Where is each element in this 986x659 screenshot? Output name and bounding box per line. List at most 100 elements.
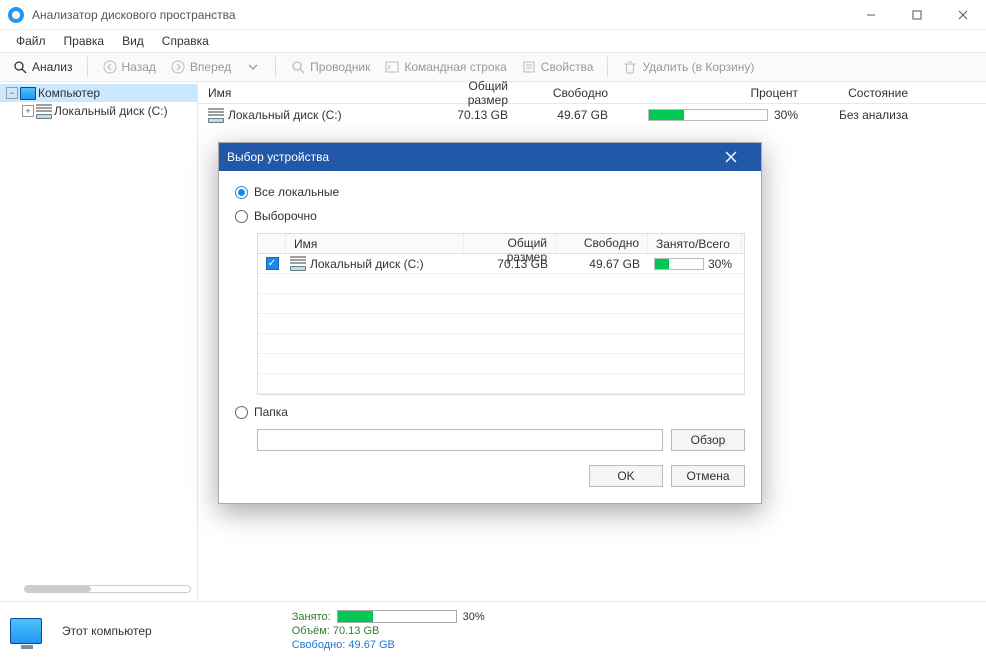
expand-icon[interactable]: + [22, 105, 34, 117]
progress-fill [655, 259, 669, 269]
menubar: Файл Правка Вид Справка [0, 30, 986, 52]
radio-label: Выборочно [254, 209, 317, 223]
table-row-empty [258, 294, 744, 314]
table-row[interactable]: Локальный диск (C:) 70.13 GB 49.67 GB 30… [198, 104, 986, 126]
dialog-titlebar[interactable]: Выбор устройства [219, 143, 761, 171]
cell-name-text: Локальный диск (C:) [228, 108, 342, 122]
properties-icon [521, 59, 537, 75]
tree-item-computer[interactable]: − Компьютер [0, 84, 197, 102]
dialog-close-button[interactable] [725, 151, 753, 163]
cell-name: Локальный диск (C:) [286, 256, 464, 271]
cancel-button[interactable]: Отмена [671, 465, 745, 487]
dialog-buttons: OK Отмена [235, 465, 745, 487]
col-header-ratio[interactable]: Занято/Всего [648, 234, 742, 253]
menu-file[interactable]: Файл [8, 32, 54, 50]
search-icon [290, 59, 306, 75]
toolbar: Анализ Назад Вперед Проводник Командная … [0, 52, 986, 82]
col-header-name[interactable]: Имя [198, 86, 418, 100]
horizontal-scrollbar[interactable] [24, 585, 191, 593]
delete-button[interactable]: Удалить (в Корзину) [616, 56, 760, 78]
explorer-label: Проводник [310, 60, 370, 74]
titlebar: Анализатор дискового пространства [0, 0, 986, 30]
folder-row: Обзор [257, 429, 745, 451]
browse-button[interactable]: Обзор [671, 429, 745, 451]
disk-icon [290, 256, 306, 271]
col-header-percent[interactable]: Процент [618, 86, 808, 100]
properties-button[interactable]: Свойства [515, 56, 600, 78]
table-row-empty [258, 374, 744, 394]
radio-icon [235, 210, 248, 223]
analyze-button[interactable]: Анализ [6, 56, 79, 78]
dialog-title: Выбор устройства [227, 150, 725, 164]
col-header-free[interactable]: Свободно [556, 234, 648, 253]
status-progress-fill [338, 611, 373, 622]
collapse-icon[interactable]: − [6, 87, 18, 99]
table-row-empty [258, 334, 744, 354]
col-header-check[interactable] [258, 234, 286, 253]
col-header-name[interactable]: Имя [286, 234, 464, 253]
cmd-label: Командная строка [404, 60, 506, 74]
status-stats: Занято: 30% Объём: 70.13 GB Свободно: 49… [292, 610, 485, 651]
cell-name: Локальный диск (C:) [198, 108, 418, 123]
window-title: Анализатор дискового пространства [32, 8, 848, 22]
minimize-button[interactable] [848, 0, 894, 30]
tree-item-disk[interactable]: + Локальный диск (C:) [0, 102, 197, 120]
cmd-button[interactable]: Командная строка [378, 56, 512, 78]
back-label: Назад [122, 60, 156, 74]
col-header-total[interactable]: Общий размер [464, 234, 556, 253]
dialog-drive-table: Имя Общий размер Свободно Занято/Всего ✓… [257, 233, 745, 395]
used-percent: 30% [463, 611, 485, 623]
table-header: Имя Общий размер Свободно Процент Состоя… [198, 82, 986, 104]
radio-icon [235, 186, 248, 199]
forward-label: Вперед [190, 60, 231, 74]
cell-name-text: Локальный диск (C:) [310, 257, 424, 271]
progress-bar [654, 258, 704, 270]
dialog-body: Все локальные Выборочно Имя Общий размер… [219, 171, 761, 503]
used-label: Занято: [292, 611, 331, 623]
arrow-left-icon [102, 59, 118, 75]
menu-edit[interactable]: Правка [56, 32, 113, 50]
col-header-free[interactable]: Свободно [518, 86, 618, 100]
terminal-icon [384, 59, 400, 75]
checkbox-checked-icon[interactable]: ✓ [266, 257, 279, 270]
maximize-button[interactable] [894, 0, 940, 30]
radio-all-local[interactable]: Все локальные [235, 185, 745, 199]
delete-label: Удалить (в Корзину) [642, 60, 754, 74]
explorer-button[interactable]: Проводник [284, 56, 376, 78]
menu-help[interactable]: Справка [154, 32, 217, 50]
cell-state: Без анализа [808, 108, 918, 122]
back-button[interactable]: Назад [96, 56, 162, 78]
toolbar-separator [607, 57, 608, 77]
tree-item-label: Локальный диск (C:) [54, 104, 168, 118]
radio-folder[interactable]: Папка [235, 405, 745, 419]
percent-text: 30% [774, 108, 798, 122]
ok-button[interactable]: OK [589, 465, 663, 487]
volume-line: Объём: 70.13 GB [292, 625, 485, 637]
cell-percent: 30% [618, 108, 808, 122]
history-dropdown[interactable] [239, 56, 267, 78]
window-controls [848, 0, 986, 30]
folder-path-input[interactable] [257, 429, 663, 451]
disk-icon [36, 104, 52, 119]
status-label: Этот компьютер [62, 624, 152, 638]
table-row-empty [258, 274, 744, 294]
statusbar: Этот компьютер Занято: 30% Объём: 70.13 … [0, 601, 986, 659]
forward-button[interactable]: Вперед [164, 56, 237, 78]
tree[interactable]: − Компьютер + Локальный диск (C:) [0, 84, 197, 581]
dialog-table-row[interactable]: ✓ Локальный диск (C:) 70.13 GB 49.67 GB … [258, 254, 744, 274]
dialog-table-header: Имя Общий размер Свободно Занято/Всего [258, 234, 744, 254]
col-header-total[interactable]: Общий размер [418, 79, 518, 107]
device-dialog: Выбор устройства Все локальные Выборочно… [218, 142, 762, 504]
tree-item-label: Компьютер [38, 86, 100, 100]
radio-label: Все локальные [254, 185, 339, 199]
radio-label: Папка [254, 405, 288, 419]
cell-total: 70.13 GB [464, 257, 556, 271]
col-header-state[interactable]: Состояние [808, 86, 918, 100]
close-button[interactable] [940, 0, 986, 30]
radio-selective[interactable]: Выборочно [235, 209, 745, 223]
cell-total: 70.13 GB [418, 108, 518, 122]
menu-view[interactable]: Вид [114, 32, 152, 50]
sidebar: − Компьютер + Локальный диск (C:) [0, 82, 198, 601]
cell-free: 49.67 GB [518, 108, 618, 122]
free-line: Свободно: 49.67 GB [292, 639, 485, 651]
